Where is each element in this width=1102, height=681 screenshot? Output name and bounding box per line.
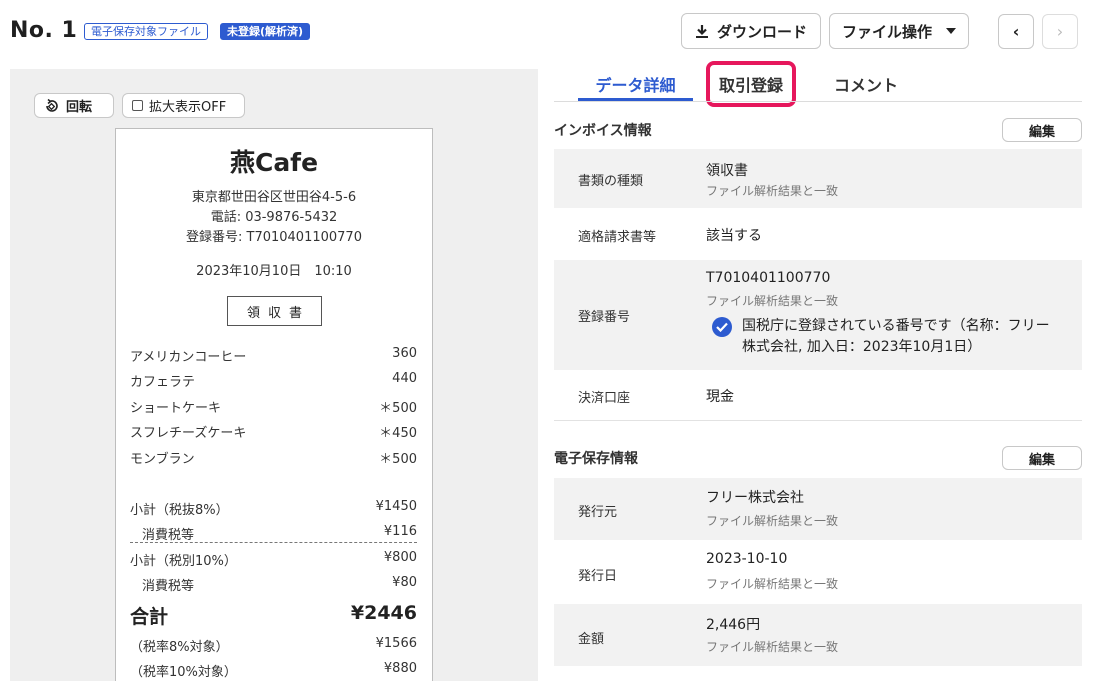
invoice-section-title: インボイス情報 xyxy=(554,123,652,139)
amount-row: 金額 2,446円 ファイル解析結果と一致 xyxy=(554,604,1082,666)
amount-value: 2,446円 xyxy=(706,617,761,633)
receipt-datetime: 2023年10月10日 10:10 xyxy=(196,264,352,279)
registration-number-row: 登録番号 T7010401100770 ファイル解析結果と一致 国税庁に登録され… xyxy=(554,260,1082,370)
receipt-breakdown: （税率8%対象） ¥1566 xyxy=(130,636,417,655)
receipt-tax: 消費税等 ¥80 xyxy=(142,575,417,594)
caret-down-icon xyxy=(946,28,956,34)
qualified-label: 適格請求書等 xyxy=(578,230,657,245)
receipt-subtotal: 小計（税抜8%） ¥1450 xyxy=(130,499,417,518)
download-label: ダウンロード xyxy=(716,22,807,41)
zoom-checkbox[interactable] xyxy=(132,100,143,111)
receipt-item: ショートケーキ ＊500 xyxy=(130,401,417,416)
registration-verification: 国税庁に登録されている番号です（名称：フリー株式会社, 加入日：2023年10月… xyxy=(712,316,1062,358)
invoice-edit-button[interactable]: 編集 xyxy=(1002,118,1082,142)
registration-number-match: ファイル解析結果と一致 xyxy=(706,294,839,308)
tabs-divider xyxy=(554,101,1082,102)
storage-edit-button[interactable]: 編集 xyxy=(1002,446,1082,470)
rotate-icon xyxy=(46,98,58,112)
zoom-label: 拡大表示OFF xyxy=(149,100,227,115)
receipt-item: アメリカンコーヒー 360 xyxy=(130,346,417,365)
document-number: No. 1 xyxy=(10,18,78,43)
receipt-phone: 電話: 03-9876-5432 xyxy=(210,210,338,225)
issue-date-row: 発行日 2023-10-10 ファイル解析結果と一致 xyxy=(554,541,1082,603)
chevron-left-icon: ‹ xyxy=(1012,22,1020,41)
check-circle-icon xyxy=(712,317,732,337)
verification-text: 国税庁に登録されている番号です（名称：フリー株式会社, 加入日：2023年10月… xyxy=(742,318,1050,355)
zoom-toggle[interactable]: 拡大表示OFF xyxy=(122,93,245,118)
next-button[interactable]: › xyxy=(1042,14,1078,49)
doc-type-match: ファイル解析結果と一致 xyxy=(706,184,839,198)
receipt-item: カフェラテ 440 xyxy=(130,371,417,390)
receipt-total: 合計 ¥2446 xyxy=(130,602,417,628)
registration-number-label: 登録番号 xyxy=(578,310,631,325)
payment-value: 現金 xyxy=(706,389,734,405)
amount-match: ファイル解析結果と一致 xyxy=(706,640,839,654)
file-operations-label: ファイル操作 xyxy=(841,22,932,41)
issuer-value: フリー株式会社 xyxy=(706,490,804,506)
qualified-row: 適格請求書等 該当する xyxy=(554,208,1082,260)
amount-label: 金額 xyxy=(578,632,605,647)
issuer-match: ファイル解析結果と一致 xyxy=(706,514,839,528)
qualified-value: 該当する xyxy=(706,228,762,244)
doc-type-value: 領収書 xyxy=(706,163,748,179)
tab-comment[interactable]: コメント xyxy=(834,72,898,96)
status-badge: 未登録(解析済) xyxy=(220,23,311,40)
prev-button[interactable]: ‹ xyxy=(998,14,1034,49)
receipt-registration-number: 登録番号: T7010401100770 xyxy=(186,230,362,245)
download-icon xyxy=(695,24,708,38)
receipt-item: モンブラン ＊500 xyxy=(130,452,417,467)
rotate-label: 回転 xyxy=(66,100,93,115)
issuer-label: 発行元 xyxy=(578,505,618,520)
issue-date-value: 2023-10-10 xyxy=(706,551,788,567)
storage-section-title: 電子保存情報 xyxy=(554,451,638,467)
rotate-button[interactable]: 回転 xyxy=(34,93,114,118)
receipt-title: 領収書 xyxy=(227,296,322,326)
issue-date-match: ファイル解析結果と一致 xyxy=(706,577,839,591)
doc-type-row: 書類の種類 領収書 ファイル解析結果と一致 xyxy=(554,149,1082,208)
receipt-address: 東京都世田谷区世田谷4-5-6 xyxy=(191,190,357,205)
issuer-row: 発行元 フリー株式会社 ファイル解析結果と一致 xyxy=(554,478,1082,540)
doc-type-label: 書類の種類 xyxy=(578,174,644,189)
payment-label: 決済口座 xyxy=(578,391,631,406)
registration-number-value: T7010401100770 xyxy=(706,270,831,286)
receipt-shop-name: 燕Cafe xyxy=(229,148,319,177)
receipt-tax: 消費税等 ¥116 xyxy=(142,524,417,543)
preview-pane: 回転 拡大表示OFF 燕Cafe 東京都世田谷区世田谷4-5-6 電話: 03-… xyxy=(10,69,538,681)
section-divider xyxy=(554,420,1082,421)
receipt-breakdown: （税率10%対象） ¥880 xyxy=(130,661,417,680)
receipt-subtotal: 小計（税別10%） ¥800 xyxy=(130,550,417,569)
payment-row: 決済口座 現金 xyxy=(554,370,1082,420)
download-button[interactable]: ダウンロード xyxy=(681,13,821,49)
file-operations-button[interactable]: ファイル操作 xyxy=(829,13,969,49)
tab-data-detail[interactable]: データ詳細 xyxy=(578,72,693,96)
issue-date-label: 発行日 xyxy=(578,569,618,584)
receipt-image: 燕Cafe 東京都世田谷区世田谷4-5-6 電話: 03-9876-5432 登… xyxy=(115,128,433,681)
receipt-item: スフレチーズケーキ ＊450 xyxy=(130,426,417,441)
chevron-right-icon: › xyxy=(1056,22,1064,41)
storage-target-badge: 電子保存対象ファイル xyxy=(84,23,208,40)
